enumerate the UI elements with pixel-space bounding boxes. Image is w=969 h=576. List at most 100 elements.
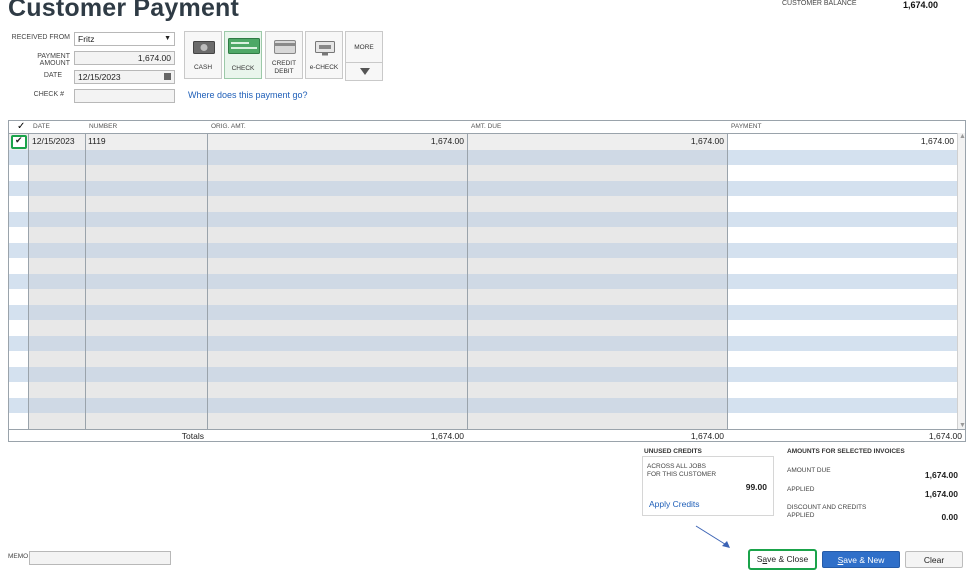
check-icon: [228, 38, 260, 54]
table-row[interactable]: [9, 413, 957, 429]
table-row[interactable]: [9, 382, 957, 398]
scroll-up-icon[interactable]: ▲: [959, 133, 965, 140]
row-readonly-cells: [29, 227, 727, 243]
page-title: Customer Payment: [8, 0, 240, 22]
row-readonly-cells: [29, 242, 727, 258]
column-header-number[interactable]: NUMBER: [89, 121, 117, 133]
payment-amount-label: PAYMENT AMOUNT: [37, 53, 70, 67]
unused-credits-line2: FOR THIS CUSTOMER: [647, 471, 717, 478]
applied-label: APPLIED: [787, 486, 815, 493]
row-readonly-cells: [29, 304, 727, 320]
cell-date: 12/15/2023: [32, 136, 75, 146]
table-row[interactable]: [9, 351, 957, 367]
row-readonly-cells: [29, 180, 727, 196]
totals-payment: 1,674.00: [928, 431, 962, 441]
more-label: MORE: [354, 44, 374, 51]
table-row[interactable]: [9, 335, 957, 351]
cell-orig-amt: 1,674.00: [430, 136, 464, 146]
table-row[interactable]: [9, 320, 957, 336]
row-checkbox[interactable]: ✔: [11, 135, 27, 149]
table-row[interactable]: [9, 196, 957, 212]
date-value: 12/15/2023: [78, 72, 121, 82]
discount-label-line1: DISCOUNT AND CREDITS: [787, 504, 867, 511]
table-row[interactable]: [9, 273, 957, 289]
amounts-title: AMOUNTS FOR SELECTED INVOICES: [787, 448, 905, 455]
clear-button[interactable]: Clear: [905, 551, 963, 568]
save-and-close-button[interactable]: Save & Close: [748, 549, 817, 570]
applied-value: 1,674.00: [924, 489, 958, 499]
row-readonly-cells: [29, 289, 727, 305]
amount-due-label: AMOUNT DUE: [787, 467, 831, 474]
row-readonly-cells: [29, 335, 727, 351]
more-button[interactable]: MORE: [345, 31, 383, 81]
totals-row: Totals 1,674.00 1,674.00 1,674.00: [9, 430, 962, 441]
table-row[interactable]: [9, 289, 957, 305]
check-number-input[interactable]: [74, 89, 175, 103]
save-new-text-rest: ave & New: [843, 555, 885, 565]
cell-amt-due: 1,674.00: [690, 136, 724, 146]
table-row[interactable]: [9, 165, 957, 181]
cash-button[interactable]: CASH: [184, 31, 222, 79]
table-row[interactable]: [9, 242, 957, 258]
date-label: DATE: [43, 72, 62, 79]
received-from-select[interactable]: Fritz ▼: [74, 32, 175, 46]
table-row[interactable]: [9, 149, 957, 165]
column-header-amt-due[interactable]: AMT. DUE: [471, 121, 501, 133]
row-readonly-cells: [29, 351, 727, 367]
cash-label: CASH: [193, 64, 213, 71]
amount-due-value: 1,674.00: [924, 470, 958, 480]
apply-credits-link[interactable]: Apply Credits: [649, 499, 700, 509]
unused-credits-panel: UNUSED CREDITS ACROSS ALL JOBS FOR THIS …: [642, 448, 774, 516]
row-readonly-cells: [29, 320, 727, 336]
table-row[interactable]: [9, 366, 957, 382]
row-readonly-cells: [29, 366, 727, 382]
unused-credits-title: UNUSED CREDITS: [644, 448, 702, 455]
check-label: CHECK: [231, 65, 255, 72]
discount-value: 0.00: [941, 512, 958, 522]
table-row[interactable]: [9, 180, 957, 196]
row-readonly-cells: [29, 165, 727, 181]
checkmark-icon: ✔: [15, 135, 23, 145]
column-header-payment[interactable]: PAYMENT: [731, 121, 761, 133]
scroll-down-icon[interactable]: ▼: [959, 422, 965, 429]
chevron-down-icon[interactable]: ▼: [164, 33, 171, 45]
totals-amt-due: 1,674.00: [690, 431, 724, 441]
chevron-down-icon: [360, 68, 370, 75]
unused-credits-value: 99.00: [745, 482, 767, 492]
memo-label: MEMO: [8, 553, 29, 560]
where-does-payment-go-link[interactable]: Where does this payment go?: [188, 90, 308, 100]
column-header-check[interactable]: ✓: [17, 121, 25, 133]
row-readonly-cells: [29, 149, 727, 165]
cell-payment[interactable]: 1,674.00: [727, 134, 957, 150]
table-row[interactable]: [9, 304, 957, 320]
date-input[interactable]: 12/15/2023: [74, 70, 175, 84]
echeck-button[interactable]: e-CHECK: [305, 31, 343, 79]
received-from-label: RECEIVED FROM: [11, 34, 70, 41]
check-button[interactable]: CHECK: [224, 31, 262, 79]
table-row[interactable]: [9, 211, 957, 227]
arrow-icon: [695, 525, 730, 548]
debit-label: DEBIT: [274, 68, 294, 75]
vertical-scrollbar[interactable]: ▲ ▼: [957, 133, 965, 429]
payment-amount-input[interactable]: 1,674.00: [74, 51, 175, 65]
table-row[interactable]: [9, 258, 957, 274]
customer-balance-label: CUSTOMER BALANCE: [782, 0, 857, 7]
calendar-icon[interactable]: [164, 73, 171, 80]
save-and-new-button[interactable]: Save & New: [822, 551, 900, 568]
cell-number: 1119: [88, 136, 106, 146]
column-header-date[interactable]: DATE: [33, 121, 50, 133]
echeck-label: e-CHECK: [309, 64, 339, 71]
amounts-panel: AMOUNTS FOR SELECTED INVOICES AMOUNT DUE…: [783, 448, 966, 548]
totals-orig-amt: 1,674.00: [430, 431, 464, 441]
memo-input[interactable]: [29, 551, 171, 565]
credit-debit-button[interactable]: CREDIT DEBIT: [265, 31, 303, 79]
totals-label: Totals: [181, 431, 204, 441]
table-row[interactable]: ✔ 12/15/2023 1119 1,674.00 1,674.00 1,67…: [9, 134, 957, 150]
row-readonly-cells: [29, 413, 727, 429]
table-row[interactable]: [9, 397, 957, 413]
column-header-orig-amt[interactable]: ORIG. AMT.: [211, 121, 246, 133]
save-close-text-rest: ve & Close: [767, 554, 809, 564]
cash-icon: [193, 41, 215, 54]
table-row[interactable]: [9, 227, 957, 243]
discount-label-line2: APPLIED: [787, 512, 815, 519]
